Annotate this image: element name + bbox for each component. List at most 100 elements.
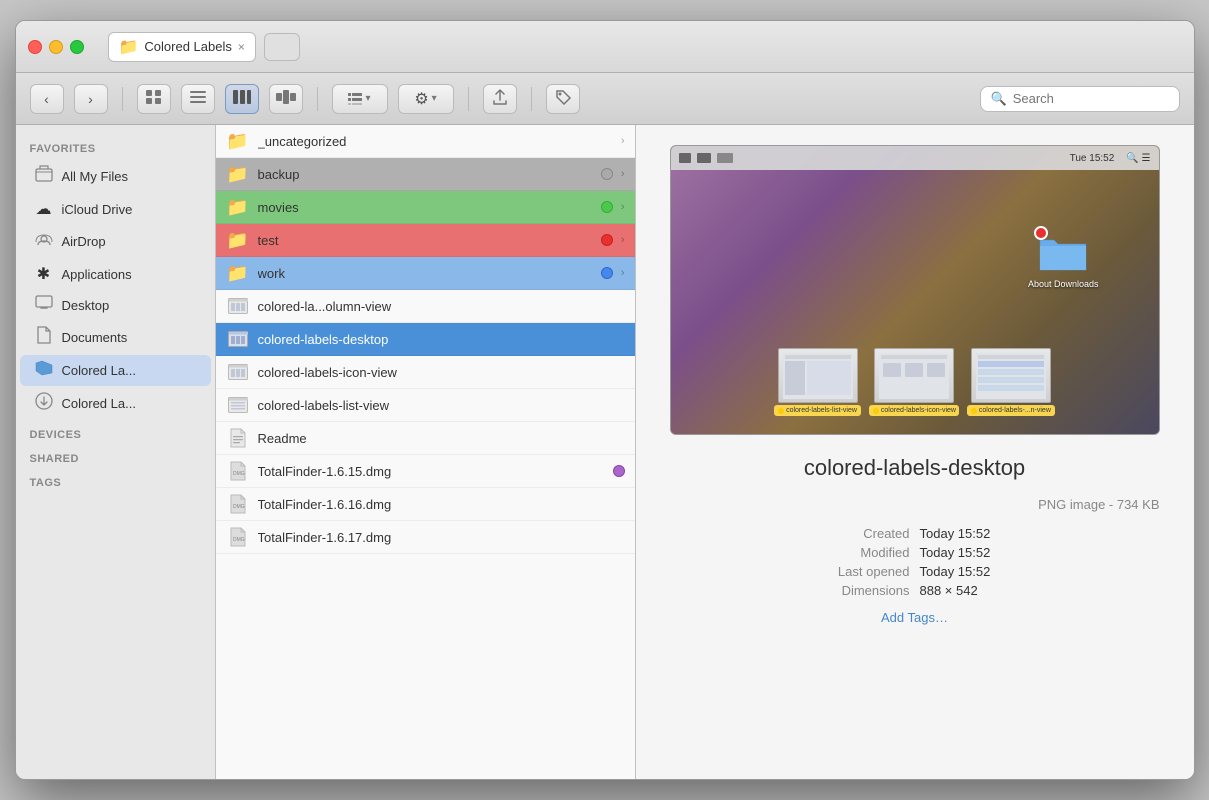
arrange-button[interactable]: ▾ bbox=[332, 84, 388, 114]
share-button[interactable] bbox=[483, 84, 517, 114]
sidebar-label-applications: Applications bbox=[62, 267, 132, 282]
file-row-backup[interactable]: 📁 backup › bbox=[216, 158, 635, 191]
preview-thumb-1: colored-labels-icon-view bbox=[869, 348, 959, 416]
back-icon: ‹ bbox=[44, 91, 49, 107]
meta-value-last-opened: Today 15:52 bbox=[910, 564, 1160, 579]
folder-icon: 📁 bbox=[226, 164, 250, 184]
share-icon bbox=[493, 89, 507, 108]
desktop-icon bbox=[34, 295, 54, 315]
main-content: Favorites All My Files ☁ iCloud Drive bbox=[16, 125, 1194, 779]
screenshot-icon bbox=[226, 362, 250, 382]
preview-panel: Tue 15:52 🔍 ☰ About Do bbox=[636, 125, 1194, 779]
cover-flow-button[interactable] bbox=[269, 84, 303, 114]
separator-2 bbox=[317, 87, 318, 111]
tab-folder-icon: 📁 bbox=[119, 37, 139, 57]
file-name-desktop: colored-labels-desktop bbox=[258, 332, 625, 347]
sidebar-label-icloud: iCloud Drive bbox=[62, 202, 133, 217]
forward-button[interactable]: › bbox=[74, 84, 108, 114]
preview-bar-time: Tue 15:52 bbox=[1070, 153, 1115, 164]
sidebar-item-downloads[interactable]: Colored La... bbox=[20, 387, 211, 420]
add-tags-link[interactable]: Add Tags… bbox=[670, 610, 1160, 625]
screenshot-icon bbox=[226, 395, 250, 415]
toolbar: ‹ › bbox=[16, 73, 1194, 125]
file-name-test: test bbox=[258, 233, 593, 248]
sidebar-item-airdrop[interactable]: AirDrop bbox=[20, 225, 211, 258]
title-bar: 📁 Colored Labels × bbox=[16, 21, 1194, 73]
finder-window: 📁 Colored Labels × ‹ › bbox=[15, 20, 1195, 780]
thumb-dot-0 bbox=[778, 408, 784, 414]
file-row-icon-view[interactable]: colored-labels-icon-view bbox=[216, 356, 635, 389]
list-view-icon bbox=[190, 90, 206, 107]
tag-button[interactable] bbox=[546, 84, 580, 114]
file-name-movies: movies bbox=[258, 200, 593, 215]
chevron-icon: › bbox=[621, 267, 625, 279]
file-row-uncategorized[interactable]: 📁 _uncategorized › bbox=[216, 125, 635, 158]
column-view-button[interactable] bbox=[225, 84, 259, 114]
back-button[interactable]: ‹ bbox=[30, 84, 64, 114]
svg-text:DMG: DMG bbox=[233, 471, 245, 477]
applications-icon: ✱ bbox=[34, 264, 54, 284]
chevron-icon: › bbox=[621, 234, 625, 246]
file-name-backup: backup bbox=[258, 167, 593, 182]
sidebar-item-applications[interactable]: ✱ Applications bbox=[20, 259, 211, 289]
preview-image: Tue 15:52 🔍 ☰ About Do bbox=[670, 145, 1160, 435]
preview-thumb-0: colored-labels-list-view bbox=[774, 348, 861, 416]
sidebar-label-colored-labels: Colored La... bbox=[62, 363, 136, 378]
gear-icon: ⚙ bbox=[414, 89, 428, 109]
file-row-test[interactable]: 📁 test › bbox=[216, 224, 635, 257]
file-row-totalfinder-1615[interactable]: DMG TotalFinder-1.6.15.dmg bbox=[216, 455, 635, 488]
separator-3 bbox=[468, 87, 469, 111]
svg-text:DMG: DMG bbox=[233, 537, 245, 543]
folder-icon: 📁 bbox=[226, 230, 250, 250]
meta-row-modified: Modified Today 15:52 bbox=[670, 543, 1160, 562]
action-button[interactable]: ⚙ ▾ bbox=[398, 84, 454, 114]
downloads-icon bbox=[34, 392, 54, 415]
minimize-button[interactable] bbox=[49, 40, 63, 54]
file-row-work[interactable]: 📁 work › bbox=[216, 257, 635, 290]
maximize-button[interactable] bbox=[70, 40, 84, 54]
folder-icon: 📁 bbox=[226, 263, 250, 283]
active-tab[interactable]: 📁 Colored Labels × bbox=[108, 32, 256, 62]
tab-spacer bbox=[264, 33, 300, 61]
close-button[interactable] bbox=[28, 40, 42, 54]
icon-view-button[interactable] bbox=[137, 84, 171, 114]
file-row-readme[interactable]: Readme bbox=[216, 422, 635, 455]
label-dot-red bbox=[601, 234, 613, 246]
file-row-totalfinder-1616[interactable]: DMG TotalFinder-1.6.16.dmg bbox=[216, 488, 635, 521]
meta-value-dimensions: 888 × 542 bbox=[910, 583, 1160, 598]
file-name-readme: Readme bbox=[258, 431, 625, 446]
meta-label-dimensions: Dimensions bbox=[670, 583, 910, 598]
icon-view-icon bbox=[146, 90, 162, 107]
file-row-desktop[interactable]: colored-labels-desktop bbox=[216, 323, 635, 356]
sidebar-item-colored-labels[interactable]: Colored La... bbox=[20, 355, 211, 386]
tab-close-button[interactable]: × bbox=[238, 40, 245, 54]
preview-thumb-img-0 bbox=[778, 348, 858, 403]
sidebar-item-all-my-files[interactable]: All My Files bbox=[20, 160, 211, 193]
folder-icon: 📁 bbox=[226, 131, 250, 151]
cover-flow-icon bbox=[276, 90, 296, 107]
search-bar[interactable]: 🔍 bbox=[980, 86, 1180, 112]
sidebar-section-shared: Shared bbox=[16, 445, 215, 469]
search-input[interactable] bbox=[1013, 91, 1169, 106]
screenshot-icon bbox=[226, 296, 250, 316]
thumb-dot-2 bbox=[971, 408, 977, 414]
file-name-totalfinder-1617: TotalFinder-1.6.17.dmg bbox=[258, 530, 625, 545]
file-name-totalfinder-1616: TotalFinder-1.6.16.dmg bbox=[258, 497, 625, 512]
file-row-movies[interactable]: 📁 movies › bbox=[216, 191, 635, 224]
sidebar-item-icloud-drive[interactable]: ☁ iCloud Drive bbox=[20, 194, 211, 224]
file-name-totalfinder-1615: TotalFinder-1.6.15.dmg bbox=[258, 464, 605, 479]
chevron-icon: › bbox=[621, 201, 625, 213]
file-row-list-view[interactable]: colored-labels-list-view bbox=[216, 389, 635, 422]
documents-icon bbox=[34, 326, 54, 349]
sidebar-item-desktop[interactable]: Desktop bbox=[20, 290, 211, 320]
file-row-totalfinder-1617[interactable]: DMG TotalFinder-1.6.17.dmg bbox=[216, 521, 635, 554]
list-view-button[interactable] bbox=[181, 84, 215, 114]
file-row-column-view[interactable]: colored-la...olumn-view bbox=[216, 290, 635, 323]
preview-folder-label: About Downloads bbox=[1028, 279, 1099, 289]
preview-thumb-img-2 bbox=[971, 348, 1051, 403]
sidebar-item-documents[interactable]: Documents bbox=[20, 321, 211, 354]
forward-icon: › bbox=[88, 91, 93, 107]
preview-thumb-2: colored-labels-...n-view bbox=[967, 348, 1055, 416]
column-view-icon bbox=[233, 90, 251, 107]
thumb-dot-1 bbox=[873, 408, 879, 414]
